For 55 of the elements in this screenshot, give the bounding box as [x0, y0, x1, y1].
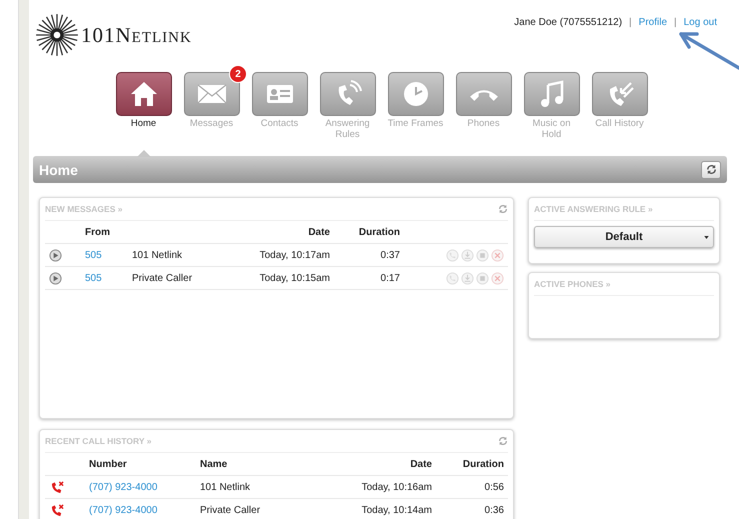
nav-label: Phones [466, 118, 501, 129]
delete-icon[interactable] [491, 248, 504, 262]
refresh-icon[interactable] [498, 436, 508, 446]
column-header: Name [200, 458, 228, 470]
caller-number-link[interactable]: (707) 923-4000 [89, 482, 200, 492]
column-header: Date [409, 458, 432, 470]
refresh-icon[interactable] [498, 204, 508, 214]
logout-link[interactable]: Log out [684, 17, 717, 28]
delete-icon[interactable] [491, 272, 504, 284]
answering-rule-dropdown[interactable]: Default [534, 226, 714, 248]
table-cell-text: Private Caller [132, 272, 194, 284]
refresh-button[interactable] [701, 160, 721, 178]
caller-number-link[interactable]: (707) 923-4000 [89, 504, 200, 516]
page-title: Home [39, 162, 78, 178]
table-cell-text: Today, 10:14am [360, 504, 432, 516]
sunburst-logo-icon [35, 13, 79, 57]
nav-label: Music on Hold [531, 118, 572, 140]
count-badge: 2 [229, 65, 247, 83]
caret-icon [704, 236, 709, 239]
table-cell-text: 0:17 [380, 272, 400, 284]
column-header: Number [89, 458, 128, 470]
nav-label: Contacts [260, 118, 300, 129]
separator: | [629, 17, 632, 28]
table-cell-text: 101 Netlink [200, 482, 252, 492]
nav-label: Home [130, 118, 158, 129]
play-icon[interactable] [49, 248, 62, 262]
nav-label: Time Frames [386, 118, 444, 129]
table-cell-text: Private Caller [200, 504, 262, 516]
refresh-icon [706, 164, 716, 175]
column-header: Duration [358, 226, 400, 238]
nav-label: Call History [594, 118, 645, 129]
house-icon [128, 79, 158, 109]
nav-label: Answering Rules [324, 118, 371, 140]
missed-call-icon [51, 480, 64, 494]
table-cell-text: Today, 10:15am [258, 272, 330, 284]
column-header: Date [307, 226, 330, 238]
table-cell-text: Today, 10:16am [360, 482, 432, 492]
separator: | [674, 17, 677, 28]
play-icon[interactable] [49, 272, 62, 284]
table-cell-text: 0:36 [484, 504, 504, 516]
user-name: Jane Doe (7075551212) [514, 17, 622, 28]
nav-tab[interactable] [116, 72, 172, 116]
column-header: Duration [462, 458, 504, 470]
missed-call-icon [51, 504, 64, 516]
caller-number-link[interactable]: 505 [85, 250, 132, 260]
table-cell-text: 101 Netlink [132, 250, 184, 260]
column-header: From [85, 226, 111, 238]
profile-link[interactable]: Profile [638, 17, 668, 28]
table-cell-text: 0:56 [484, 482, 504, 492]
nav-label: Messages [188, 118, 234, 129]
nav-tab[interactable] [184, 72, 240, 116]
caller-number-link[interactable]: 505 [85, 272, 132, 284]
table-cell-text: Today, 10:17am [258, 250, 330, 260]
logo-text: 101Netlink [81, 22, 192, 48]
table-cell-text: 0:37 [380, 250, 400, 260]
